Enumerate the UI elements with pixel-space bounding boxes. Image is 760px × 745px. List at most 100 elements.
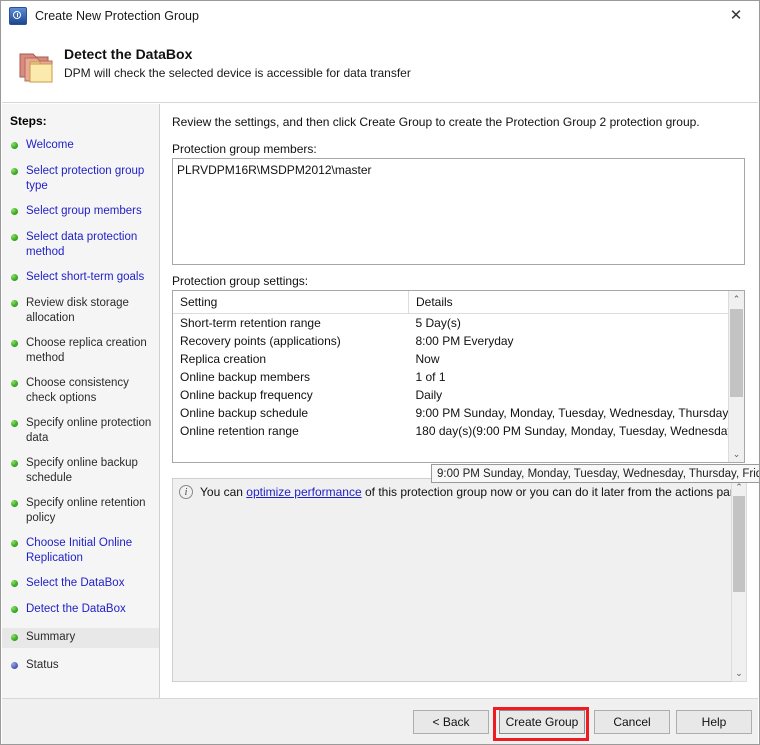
- sidebar-step-2[interactable]: Select group members: [2, 204, 159, 220]
- settings-label: Protection group settings:: [172, 274, 309, 288]
- list-item[interactable]: PLRVDPM16R\MSDPM2012\master: [173, 159, 744, 177]
- cell-details: 180 day(s)(9:00 PM Sunday, Monday, Tuesd…: [415, 424, 730, 438]
- settings-table-body: Short-term retention range 5 Day(s) Recove…: [173, 314, 729, 441]
- protection-group-members-list[interactable]: PLRVDPM16R\MSDPM2012\master: [172, 158, 745, 265]
- step-bullet-icon: [11, 500, 18, 507]
- window-title: Create New Protection Group: [35, 8, 199, 23]
- info-icon: i: [179, 485, 193, 499]
- sidebar-step-7: Choose consistency check options: [2, 376, 159, 406]
- sidebar-step-5: Review disk storage allocation: [2, 296, 159, 326]
- steps-list: Welcome Select protection group type Selec…: [2, 138, 159, 674]
- sidebar-step-label: Specify online retention policy: [26, 497, 146, 524]
- optimize-performance-link[interactable]: optimize performance: [246, 485, 361, 499]
- create-group-button[interactable]: Create Group: [499, 710, 585, 734]
- sidebar-step-1[interactable]: Select protection group type: [2, 164, 159, 194]
- step-bullet-icon: [11, 168, 18, 175]
- sidebar-step-label: Specify online backup schedule: [26, 457, 138, 484]
- settings-table: Setting Details Short-term retention ran…: [173, 291, 729, 440]
- sidebar-step-12[interactable]: Select the DataBox: [2, 576, 159, 592]
- sidebar-step-13[interactable]: Detect the DataBox: [2, 602, 159, 618]
- page-subtitle: DPM will check the selected device is ac…: [64, 66, 411, 80]
- intro-text: Review the settings, and then click Crea…: [172, 115, 700, 129]
- sidebar-step-6: Choose replica creation method: [2, 336, 159, 366]
- table-row[interactable]: Online backup frequency Daily: [173, 386, 729, 404]
- step-bullet-icon: [11, 340, 18, 347]
- step-bullet-icon: [11, 580, 18, 587]
- dialog-footer: < Back Create Group Cancel Help: [2, 698, 758, 744]
- sidebar-step-label: Status: [26, 659, 59, 671]
- main-content: Review the settings, and then click Crea…: [161, 104, 758, 698]
- step-bullet-icon: [11, 540, 18, 547]
- scrollbar-thumb[interactable]: [730, 309, 743, 397]
- cell-setting: Online retention range: [180, 424, 299, 438]
- close-icon[interactable]: ✕: [713, 1, 759, 29]
- info-suffix: of this protection group now or you can …: [361, 485, 747, 499]
- sidebar-step-label: Select protection group type: [26, 165, 145, 192]
- sidebar-step-label: Specify online protection data: [26, 417, 152, 444]
- step-bullet-icon: [11, 634, 18, 641]
- scroll-down-icon[interactable]: ⌄: [729, 446, 744, 462]
- sidebar-step-label: Choose replica creation method: [26, 337, 147, 364]
- sidebar-step-label: Detect the DataBox: [26, 603, 126, 615]
- cancel-button[interactable]: Cancel: [594, 710, 670, 734]
- cell-details: 1 of 1: [415, 370, 446, 384]
- step-bullet-icon: [11, 274, 18, 281]
- step-bullet-icon: [11, 142, 18, 149]
- scroll-down-icon[interactable]: ⌄: [732, 665, 746, 681]
- content-scrollbar[interactable]: ⌃ ⌄: [731, 478, 747, 682]
- cell-setting: Recovery points (applications): [180, 334, 341, 348]
- sidebar-step-label: Choose Initial Online Replication: [26, 537, 133, 564]
- sidebar-step-label: Summary: [26, 631, 76, 643]
- step-bullet-icon: [11, 234, 18, 241]
- step-bullet-icon: [11, 606, 18, 613]
- column-header-setting[interactable]: Setting: [173, 291, 409, 314]
- tooltip: 9:00 PM Sunday, Monday, Tuesday, Wednesd…: [431, 464, 759, 483]
- cell-details: 5 Day(s): [415, 316, 461, 330]
- create-protection-group-dialog: Create New Protection Group ✕ Detect the…: [0, 0, 760, 745]
- sidebar-step-14: Summary: [2, 628, 159, 648]
- protection-group-settings-table[interactable]: Setting Details Short-term retention ran…: [172, 290, 745, 463]
- dialog-header: Detect the DataBox DPM will check the se…: [2, 30, 758, 103]
- table-header-row: Setting Details: [173, 291, 729, 314]
- column-header-details[interactable]: Details: [408, 291, 729, 314]
- info-row: i You can optimize performance of this p…: [179, 485, 747, 499]
- table-row[interactable]: Recovery points (applications) 8:00 PM Ev…: [173, 332, 729, 350]
- step-bullet-icon: [11, 420, 18, 427]
- cell-setting: Short-term retention range: [180, 316, 321, 330]
- table-row[interactable]: Short-term retention range 5 Day(s): [173, 314, 729, 333]
- sidebar-step-label: Welcome: [26, 139, 74, 151]
- title-bar: Create New Protection Group ✕: [1, 1, 759, 30]
- sidebar-step-0[interactable]: Welcome: [2, 138, 159, 154]
- table-row[interactable]: Replica creation Now: [173, 350, 729, 368]
- settings-scrollbar[interactable]: ⌃ ⌄: [728, 291, 744, 462]
- table-row[interactable]: Online retention range 180 day(s)(9:00 PM…: [173, 422, 729, 440]
- info-prefix: You can: [200, 485, 247, 499]
- sidebar-step-11[interactable]: Choose Initial Online Replication: [2, 536, 159, 566]
- back-button[interactable]: < Back: [413, 710, 489, 734]
- step-bullet-icon: [11, 662, 18, 669]
- cell-details: 8:00 PM Everyday: [415, 334, 514, 348]
- sidebar-step-10: Specify online retention policy: [2, 496, 159, 526]
- step-bullet-icon: [11, 300, 18, 307]
- sidebar-step-4[interactable]: Select short-term goals: [2, 270, 159, 286]
- sidebar-step-3[interactable]: Select data protection method: [2, 230, 159, 260]
- cell-setting: Online backup frequency: [180, 388, 313, 402]
- cell-details: 9:00 PM Sunday, Monday, Tuesday, Wednesd…: [415, 406, 730, 420]
- steps-heading: Steps:: [10, 114, 47, 128]
- table-row[interactable]: Online backup schedule 9:00 PM Sunday, Mo…: [173, 404, 729, 422]
- scroll-up-icon[interactable]: ⌃: [729, 291, 744, 307]
- help-button[interactable]: Help: [676, 710, 752, 734]
- scrollbar-thumb[interactable]: [733, 496, 745, 592]
- step-bullet-icon: [11, 380, 18, 387]
- step-bullet-icon: [11, 460, 18, 467]
- sidebar-step-label: Select short-term goals: [26, 271, 145, 283]
- folder-icon: [19, 53, 53, 83]
- sidebar-step-label: Select data protection method: [26, 231, 138, 258]
- step-bullet-icon: [11, 208, 18, 215]
- table-row[interactable]: Online backup members 1 of 1: [173, 368, 729, 386]
- sidebar-step-label: Select group members: [26, 205, 142, 217]
- cell-setting: Replica creation: [180, 352, 267, 366]
- info-panel: i You can optimize performance of this p…: [172, 478, 747, 682]
- members-label: Protection group members:: [172, 142, 317, 156]
- cell-setting: Online backup schedule: [180, 406, 309, 420]
